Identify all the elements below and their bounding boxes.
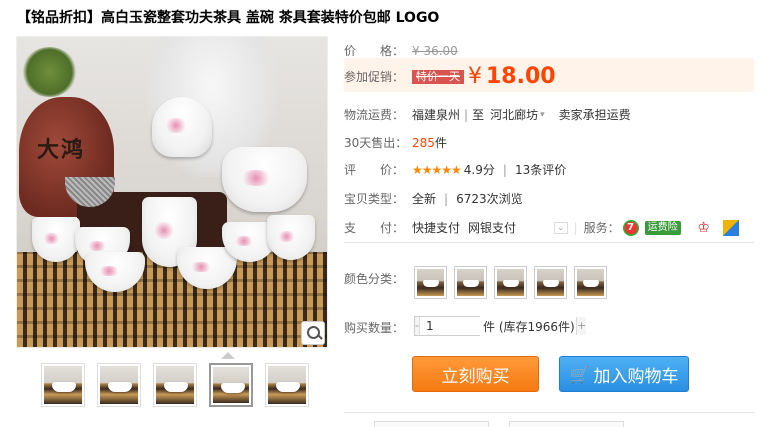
color-option[interactable]	[494, 266, 527, 299]
promo-tag[interactable]: 特价一天	[412, 69, 464, 84]
price-label: 价 格：	[344, 44, 405, 58]
shipping-note: 卖家承担运费	[558, 108, 631, 122]
service-label: 服务：	[583, 221, 620, 235]
rating-row: 评 价： ★★★★★ 4.9分 | 13条评价	[344, 161, 566, 178]
quantity-control: - + 件 (库存1966件)	[414, 316, 587, 336]
thumbnail-image	[44, 366, 82, 404]
thumbnail-image	[156, 366, 194, 404]
people-icon[interactable]: ♔	[696, 220, 712, 236]
color-option-image	[577, 269, 604, 296]
thumbnail[interactable]	[41, 363, 85, 407]
thumb-selected-arrow	[221, 352, 235, 359]
shipping-divider: |	[464, 107, 469, 122]
type-divider: |	[444, 191, 449, 206]
buy-now-button[interactable]: 立刻购买	[412, 356, 539, 392]
payment-divider: |	[573, 220, 578, 235]
sold-unit: 件	[434, 136, 447, 150]
divider-line	[344, 242, 754, 243]
seven-day-return-icon[interactable]: 7	[622, 219, 639, 236]
image-plant	[22, 47, 77, 97]
review-count-link[interactable]: 13条评价	[515, 161, 566, 178]
sold-count: 285	[412, 135, 435, 150]
image-pitcher	[222, 147, 307, 212]
chevron-down-icon[interactable]: ▾	[540, 110, 545, 120]
color-label: 颜色分类：	[344, 272, 405, 286]
payment-method-bank: 网银支付	[468, 221, 517, 235]
main-product-image[interactable]: 大鸿	[16, 36, 328, 348]
promo-row: 参加促销： 特价一天 ¥ 18.00	[344, 64, 556, 89]
rating-divider: |	[502, 162, 507, 177]
product-title: 【铭品折扣】高白玉瓷整套功夫茶具 盖碗 茶具套装特价包邮 LOGO	[17, 10, 440, 26]
color-option-image	[537, 269, 564, 296]
color-row-label: 颜色分类：	[344, 270, 412, 287]
shipping-row: 物流运费： 福建泉州 | 至 河北廊坊 ▾ 卖家承担运费	[344, 106, 631, 123]
thumbnail-strip	[41, 363, 309, 407]
item-condition: 全新	[412, 192, 437, 206]
promo-currency: ¥	[468, 64, 482, 89]
sold-label: 30天售出：	[344, 136, 408, 150]
zoom-icon[interactable]	[301, 321, 325, 345]
payment-row: 支 付： 快捷支付 网银支付 ⌄ | 服务： 7 运费险 ♔	[344, 219, 754, 236]
color-option[interactable]	[414, 266, 447, 299]
image-gaiwan	[152, 97, 212, 157]
thumbnail[interactable]	[265, 363, 309, 407]
add-to-cart-button[interactable]: 🛒 加入购物车	[559, 356, 689, 392]
bottom-divider	[344, 412, 754, 413]
original-price: ¥ 36.00	[412, 43, 458, 58]
expand-icon[interactable]: ⌄	[554, 221, 568, 234]
color-option[interactable]	[574, 266, 607, 299]
shipping-from: 福建泉州	[412, 108, 461, 122]
payment-label: 支 付：	[344, 221, 405, 235]
quantity-row-label: 购买数量：	[344, 319, 412, 336]
thumbnail-image	[100, 366, 138, 404]
cart-icon: 🛒	[569, 364, 590, 384]
bottom-tab[interactable]	[374, 421, 489, 427]
payment-method-quick: 快捷支付	[412, 221, 461, 235]
color-option-image	[457, 269, 484, 296]
shipping-label: 物流运费：	[344, 108, 405, 122]
stock-note: 件 (库存1966件)	[483, 319, 575, 334]
type-label: 宝贝类型：	[344, 192, 405, 206]
rating-label: 评 价：	[344, 163, 405, 177]
thumbnail-selected[interactable]	[209, 363, 253, 407]
thumbnail-image	[213, 367, 249, 403]
color-option-image	[497, 269, 524, 296]
sold-row: 30天售出： 285 件	[344, 134, 447, 151]
color-option[interactable]	[454, 266, 487, 299]
quantity-stepper: - +	[414, 316, 587, 336]
color-option[interactable]	[534, 266, 567, 299]
bottom-tab[interactable]	[509, 421, 624, 427]
price-row: 价 格： ¥ 36.00	[344, 42, 458, 59]
type-row: 宝贝类型： 全新 | 6723次浏览	[344, 190, 523, 207]
shipping-destination[interactable]: 河北廊坊	[490, 106, 538, 123]
thumbnail-image	[268, 366, 306, 404]
thumbnail[interactable]	[153, 363, 197, 407]
quantity-label: 购买数量：	[344, 321, 405, 335]
quantity-plus-button[interactable]: +	[576, 317, 587, 335]
image-pot-text: 大鸿	[37, 138, 86, 163]
rating-stars: ★★★★★	[412, 162, 462, 177]
shipping-insurance-badge[interactable]: 运费险	[644, 220, 681, 235]
view-count: 6723次浏览	[456, 192, 523, 206]
shipping-sep: 至	[472, 108, 485, 122]
certified-icon[interactable]	[722, 219, 739, 236]
color-swatches	[414, 266, 607, 299]
buy-now-label: 立刻购买	[441, 366, 510, 387]
color-option-image	[417, 269, 444, 296]
promo-label: 参加促销：	[344, 70, 405, 84]
thumbnail[interactable]	[97, 363, 141, 407]
add-to-cart-label: 加入购物车	[593, 366, 679, 387]
promo-price: 18.00	[486, 64, 556, 89]
rating-score: 4.9分	[463, 163, 495, 177]
